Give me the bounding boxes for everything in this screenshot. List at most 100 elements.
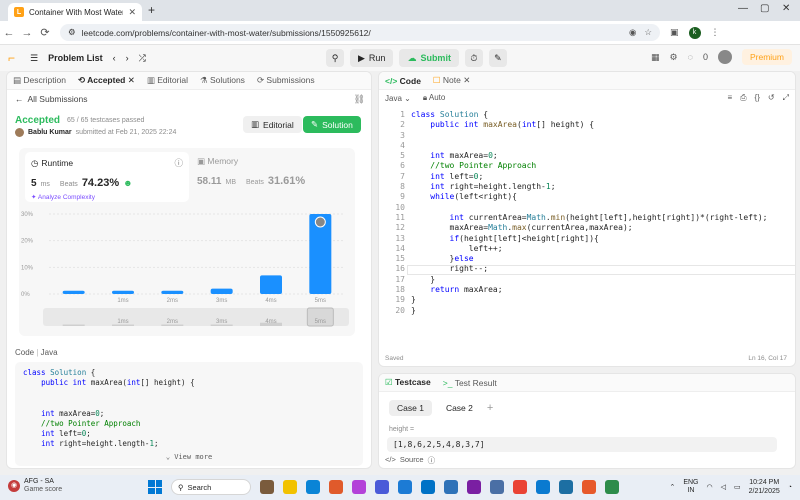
memory-box[interactable]: ▣ Memory 58.11 MB Beats 31.61% — [197, 156, 305, 187]
all-submissions-link[interactable]: ← All Submissions — [15, 94, 88, 104]
run-label: Run — [368, 53, 386, 63]
windows-taskbar: ◉ AFG - SA Game score ⚲ Search ⌃ ENG IN ◠ ◁… — [0, 475, 800, 500]
app-icon-purple[interactable] — [467, 480, 481, 494]
language-select[interactable]: Java ⌄ — [385, 94, 411, 103]
auto-mode[interactable]: 🔒︎ Auto — [423, 93, 446, 103]
submit-button[interactable]: ☁ Submit — [399, 49, 459, 67]
volume-icon[interactable]: ◁ — [721, 483, 726, 491]
minimize-icon[interactable]: — — [738, 3, 748, 14]
case-1-tab[interactable]: Case 1 — [389, 400, 432, 416]
problem-list-link[interactable]: Problem List — [48, 53, 103, 63]
share-link-icon[interactable]: ⛓ — [354, 94, 365, 105]
add-case-icon[interactable]: + — [487, 402, 493, 414]
author-name[interactable]: Bablu Kumar — [28, 129, 72, 136]
debug-icon[interactable]: ⚲ — [326, 49, 344, 67]
memory-chip-icon: ▣ — [197, 156, 206, 166]
settings-app-icon[interactable] — [536, 480, 550, 494]
address-bar[interactable]: ⚙ leetcode.com/problems/container-with-m… — [60, 24, 660, 41]
bookmark-star-icon[interactable]: ☆ — [644, 27, 652, 38]
edge-icon[interactable] — [306, 480, 320, 494]
profile-avatar[interactable]: k — [688, 26, 701, 39]
tab-submissions[interactable]: ⟳ Submissions — [257, 75, 315, 86]
tab-note[interactable]: ☐ Note ✕ — [433, 75, 470, 86]
author-avatar — [15, 128, 24, 137]
tab-code[interactable]: </> Code — [385, 76, 421, 86]
taskbar-search[interactable]: ⚲ Search — [171, 479, 251, 495]
new-tab-icon[interactable]: + — [148, 3, 155, 17]
copilot-icon[interactable] — [352, 480, 366, 494]
user-avatar-marker — [314, 216, 326, 228]
x-tick-label: 2ms — [167, 298, 178, 304]
teams-icon[interactable] — [375, 480, 389, 494]
url-text: leetcode.com/problems/container-with-mos… — [81, 27, 371, 38]
format-icon[interactable]: ≡ — [727, 93, 732, 103]
app-icon-dark[interactable] — [559, 480, 573, 494]
tab-accepted[interactable]: ⟲ Accepted ✕ — [78, 75, 135, 86]
mini-tick-label: 1ms — [117, 319, 128, 325]
app-icon-blue[interactable] — [490, 480, 504, 494]
notes-icon[interactable]: ✎ — [488, 49, 507, 67]
prev-problem-icon[interactable]: ‹ — [113, 53, 116, 63]
start-windows-icon[interactable] — [148, 480, 162, 494]
chrome-icon[interactable] — [513, 480, 527, 494]
solution-button[interactable]: ✎ Solution — [303, 116, 361, 133]
braces-icon[interactable]: {} — [755, 93, 760, 103]
editorial-button[interactable]: ▥ Editorial — [243, 116, 302, 133]
run-button[interactable]: ▶ Run — [350, 49, 394, 67]
settings-gear-icon[interactable]: ⚙ — [670, 52, 678, 63]
fullscreen-icon[interactable]: ⤢ — [783, 93, 789, 103]
vscode-icon[interactable] — [421, 480, 435, 494]
store-icon[interactable] — [444, 480, 458, 494]
office-icon[interactable] — [329, 480, 343, 494]
tray-chevron-icon[interactable]: ⌃ — [669, 483, 675, 491]
source-toggle[interactable]: </> Source ⓘ — [385, 455, 435, 466]
user-avatar[interactable] — [717, 50, 732, 64]
tab-test-result[interactable]: >_ Test Result — [443, 378, 497, 388]
close-tab-icon[interactable]: ✕ — [128, 7, 136, 18]
task-view-icon[interactable] — [260, 480, 274, 494]
brave-icon[interactable] — [582, 480, 596, 494]
code-content[interactable]: class Solution { public int maxArea(int[… — [411, 110, 767, 316]
premium-button[interactable]: Premium — [741, 49, 792, 65]
browser-tab[interactable]: L Container With Most Water - Le ✕ — [8, 3, 142, 21]
streak-fire-icon[interactable]: ◌ — [688, 52, 693, 62]
bookmark-icon[interactable]: ⎙ — [740, 93, 746, 103]
tab-solutions[interactable]: ⚗ Solutions — [200, 75, 245, 86]
wifi-icon[interactable]: ◠ — [706, 483, 712, 491]
view-more-button[interactable]: ⌄ View more — [15, 452, 363, 462]
next-problem-icon[interactable]: › — [126, 53, 129, 63]
app-icon-green[interactable] — [605, 480, 619, 494]
battery-icon[interactable]: ▭ — [734, 483, 741, 491]
back-icon[interactable]: ← — [0, 27, 18, 39]
book-icon: ▥ — [251, 119, 260, 129]
tab-editorial[interactable]: ▥ Editorial — [147, 75, 188, 86]
tab-testcase[interactable]: ☑ Testcase — [385, 377, 431, 388]
extensions-icon[interactable]: ▣ — [670, 27, 679, 38]
analyze-complexity-link[interactable]: ✦ Analyze Complexity — [31, 193, 183, 201]
case-2-tab[interactable]: Case 2 — [438, 400, 481, 416]
site-info-icon[interactable]: ⚙ — [68, 27, 76, 38]
timer-icon[interactable]: ⏱ — [464, 49, 483, 67]
help-icon[interactable]: ⓘ — [428, 455, 436, 466]
clock[interactable]: 10:24 PM 2/21/2025 — [749, 478, 780, 496]
code-editor[interactable]: 1 2 3 4 5 6 7 8 9 10 11 12 13 14 15 16 17 18 19 20 class So… — [379, 110, 795, 350]
weather-widget[interactable]: ◉ AFG - SA Game score — [8, 478, 62, 494]
info-icon[interactable]: ⓘ — [174, 157, 183, 169]
tracking-icon[interactable]: ◉ — [629, 27, 636, 38]
shuffle-icon[interactable]: ⤮ — [139, 53, 146, 64]
tab-description[interactable]: ▤ Description — [13, 75, 66, 86]
file-explorer-icon[interactable] — [283, 480, 297, 494]
runtime-box[interactable]: ◷ Runtime ⓘ 5 ms Beats 74.23% ☻ ✦ Analyze … — [25, 152, 189, 202]
leetcode-logo-icon[interactable]: ⌐ — [8, 51, 20, 65]
reset-icon[interactable]: ↺ — [768, 93, 775, 103]
close-window-icon[interactable]: ✕ — [782, 3, 790, 14]
browser-menu-icon[interactable]: ⋮ — [711, 27, 720, 38]
maximize-icon[interactable]: ▢ — [760, 3, 769, 14]
language-indicator[interactable]: ENG IN — [683, 479, 698, 495]
notification-bell-icon[interactable]: ◔ — [788, 484, 792, 491]
reload-icon[interactable]: ⟳ — [36, 26, 54, 39]
word-icon[interactable] — [398, 480, 412, 494]
forward-icon[interactable]: → — [18, 27, 36, 39]
param-input[interactable]: [1,8,6,2,5,4,8,3,7] — [387, 437, 777, 452]
layout-icon[interactable]: ▦ — [651, 52, 660, 63]
